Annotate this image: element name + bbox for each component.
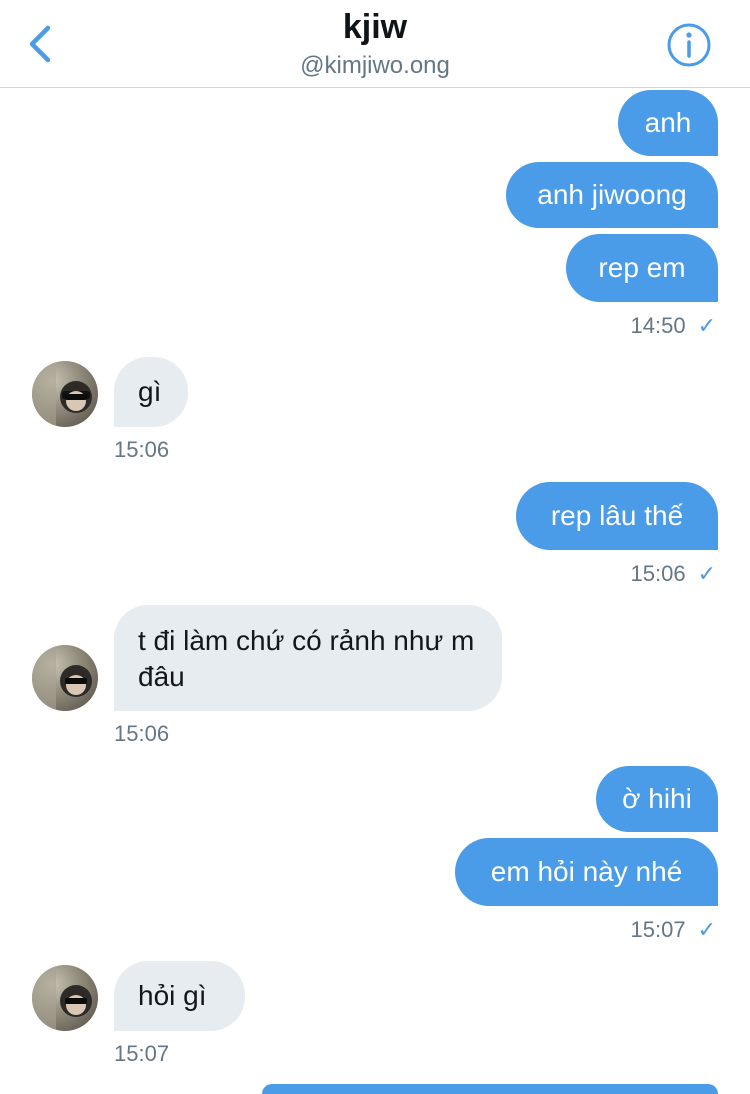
incoming-message[interactable]: t đi làm chứ có rảnh như m đâu xyxy=(114,605,502,711)
incoming-message[interactable]: gì xyxy=(114,357,188,427)
avatar[interactable] xyxy=(32,361,98,427)
read-check-icon: ✓ xyxy=(697,313,716,338)
message-text: rep em xyxy=(598,252,686,283)
avatar-photo-icon xyxy=(32,361,92,427)
message-timestamp: 14:50 ✓ xyxy=(630,313,717,338)
avatar[interactable] xyxy=(32,645,98,711)
message-text: rep lâu thế xyxy=(550,500,684,531)
outgoing-message[interactable]: rep lâu thế xyxy=(516,482,718,550)
avatar[interactable] xyxy=(32,965,98,1031)
message-timestamp: 15:06 xyxy=(114,437,170,462)
avatar-photo-icon xyxy=(32,965,92,1031)
message-timestamp: 15:06 ✓ xyxy=(630,561,717,586)
avatar-photo-icon xyxy=(32,645,92,711)
info-button[interactable] xyxy=(666,22,712,68)
outgoing-message[interactable]: em hỏi này nhé xyxy=(455,838,718,906)
outgoing-message[interactable]: anh xyxy=(618,90,718,156)
message-text: t đi làm chứ có rảnh như m đâu xyxy=(138,625,475,692)
read-check-icon: ✓ xyxy=(697,561,716,586)
message-text: gì xyxy=(138,376,162,407)
outgoing-message[interactable]: anh jiwoong xyxy=(506,162,718,228)
message-text: ờ hihi xyxy=(622,783,692,814)
message-text: em hỏi này nhé xyxy=(490,856,683,887)
message-text: anh xyxy=(644,107,692,138)
outgoing-message[interactable]: rep em xyxy=(566,234,718,302)
conversation-title: kjiw xyxy=(342,8,408,46)
outgoing-message[interactable] xyxy=(262,1084,718,1094)
info-icon xyxy=(667,23,711,67)
message-text: anh jiwoong xyxy=(537,179,687,210)
conversation-handle: @kimjiwo.ong xyxy=(300,52,450,79)
message-text: hỏi gì xyxy=(138,980,207,1011)
message-timestamp: 15:06 xyxy=(114,721,170,746)
conversation-header: kjiw @kimjiwo.ong xyxy=(0,0,750,88)
outgoing-message[interactable]: ờ hihi xyxy=(596,766,718,832)
message-timestamp: 15:07 ✓ xyxy=(630,917,717,942)
read-check-icon: ✓ xyxy=(697,917,716,942)
message-timestamp: 15:07 xyxy=(114,1041,170,1066)
incoming-message[interactable]: hỏi gì xyxy=(114,961,245,1031)
